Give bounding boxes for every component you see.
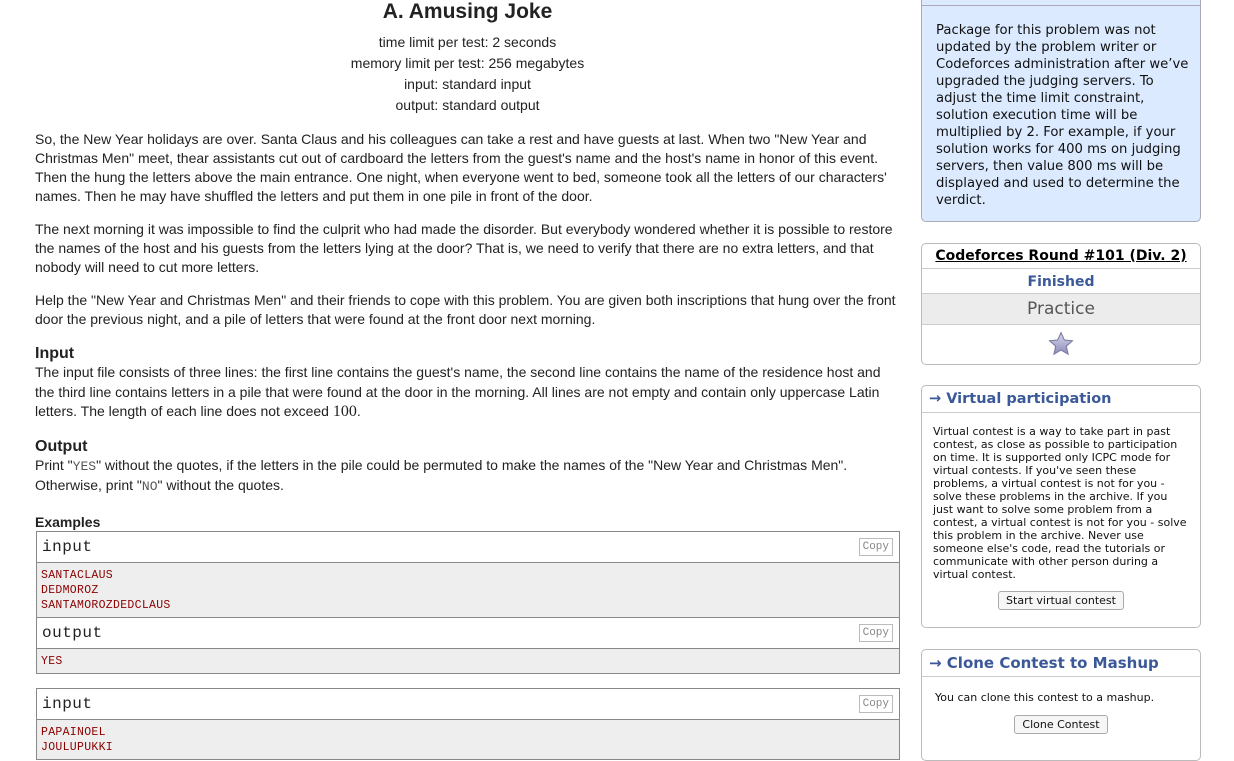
input-limit-value: 100 [332,403,357,420]
legend-paragraph: Help the "New Year and Christmas Men" an… [35,292,896,327]
contest-phase: Practice [922,294,1200,325]
clone-contest-box: → Clone Contest to Mashup You can clone … [921,649,1201,761]
contest-status: Finished [922,269,1200,294]
copy-button[interactable]: Copy [858,537,893,556]
problem-limits: time limit per test: 2 seconds memory li… [35,32,900,116]
input-section-text: The input file consists of three lines: … [35,363,900,422]
sample-line: DEDMOROZ [41,583,99,597]
start-virtual-contest-button[interactable]: Start virtual contest [998,591,1124,610]
favourite-star[interactable] [922,325,1200,363]
sample-test-2: input Copy PAPAINOEL JOULUPUKKI [36,687,900,760]
output-file: output: standard output [395,97,540,113]
output-text-part: " without the quotes. [157,477,284,493]
sample-line: JOULUPUKKI [41,740,114,754]
sample-input-header: input Copy [37,531,899,563]
sample-output-label: output [42,623,103,642]
judging-notice-text: Package for this problem was not updated… [936,23,1189,208]
virtual-participation-text: Virtual contest is a way to take part in… [933,425,1187,581]
memory-limit: memory limit per test: 256 megabytes [350,55,585,71]
sample-input-body: PAPAINOEL JOULUPUKKI [37,719,899,759]
sample-input-body: SANTACLAUS DEDMOROZ SANTAMOROZDEDCLAUS [37,562,899,617]
legend-paragraph: The next morning it was impossible to fi… [35,221,893,275]
sample-input-label: input [42,537,93,556]
contest-round-box: Codeforces Round #101 (Div. 2) Finished … [921,243,1201,365]
sample-test-1: input Copy SANTACLAUS DEDMOROZ SANTAMORO… [36,530,900,674]
sample-line: SANTACLAUS [41,568,114,582]
clone-contest-text: You can clone this contest to a mashup. [935,691,1155,704]
contest-round-link[interactable]: Codeforces Round #101 (Div. 2) [922,244,1200,269]
judging-notice-box: Package for this problem was not updated… [921,0,1201,222]
problem-statement: A. Amusing Joke time limit per test: 2 s… [35,0,900,760]
problem-legend: So, the New Year holidays are over. Sant… [35,130,900,329]
copy-button[interactable]: Copy [858,623,893,642]
output-section-text: Print "YES" without the quotes, if the l… [35,456,900,497]
copy-button[interactable]: Copy [858,694,893,713]
examples-title: Examples [35,513,101,530]
sample-output-body: YES [37,648,899,673]
notice-divider [922,5,1200,6]
input-description: The input file consists of three lines: … [35,364,881,419]
input-end: . [356,403,361,419]
output-yes-code: YES [72,458,97,474]
output-no-code: NO [141,479,158,494]
output-text-part: Print " [35,456,73,473]
sample-line: SANTAMOROZDEDCLAUS [41,598,171,612]
virtual-participation-caption: → Virtual participation [922,386,1200,413]
clone-contest-caption: → Clone Contest to Mashup [922,650,1200,677]
clone-contest-button[interactable]: Clone Contest [1014,715,1108,734]
sample-output-header: output Copy [37,616,899,649]
input-file: input: standard input [404,76,531,92]
input-section-title: Input [35,345,75,362]
star-icon[interactable] [1048,331,1074,357]
sample-input-label: input [42,694,93,713]
legend-paragraph: So, the New Year holidays are over. Sant… [35,131,887,204]
problem-title: A. Amusing Joke [382,0,553,23]
time-limit: time limit per test: 2 seconds [378,34,557,50]
sample-line: YES [41,654,63,668]
virtual-participation-box: → Virtual participation Virtual contest … [921,385,1201,628]
sample-line: PAPAINOEL [41,725,106,739]
output-section-title: Output [35,437,88,455]
sample-input-header: input Copy [37,688,899,720]
